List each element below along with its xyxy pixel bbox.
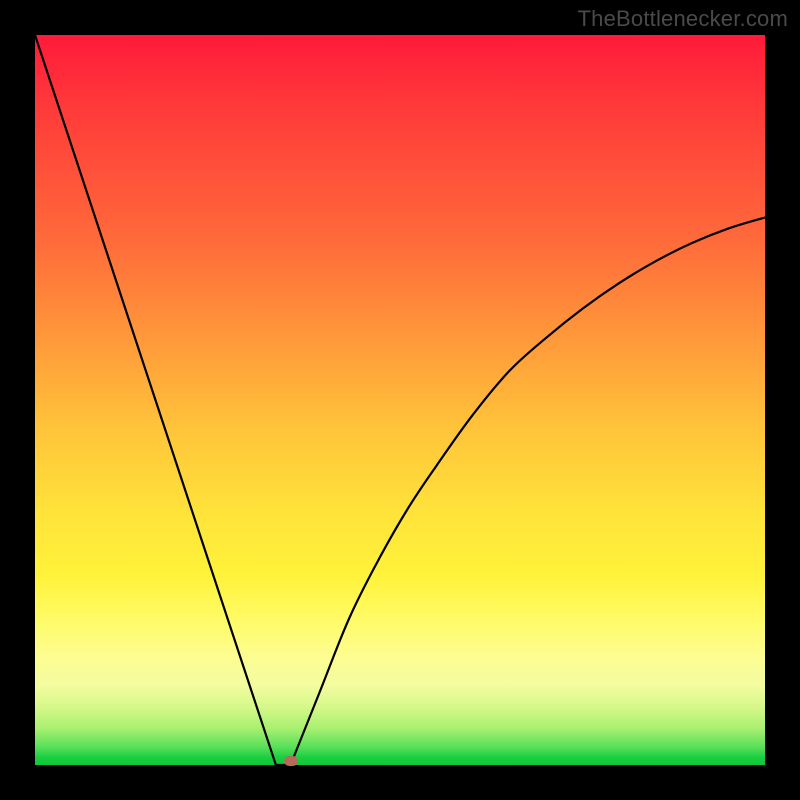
optimal-point-marker	[284, 756, 298, 766]
plot-area	[35, 35, 765, 765]
chart-frame: TheBottlenecker.com	[0, 0, 800, 800]
bottleneck-curve	[35, 35, 765, 765]
watermark-text: TheBottlenecker.com	[578, 6, 788, 32]
curve-path	[35, 35, 765, 765]
